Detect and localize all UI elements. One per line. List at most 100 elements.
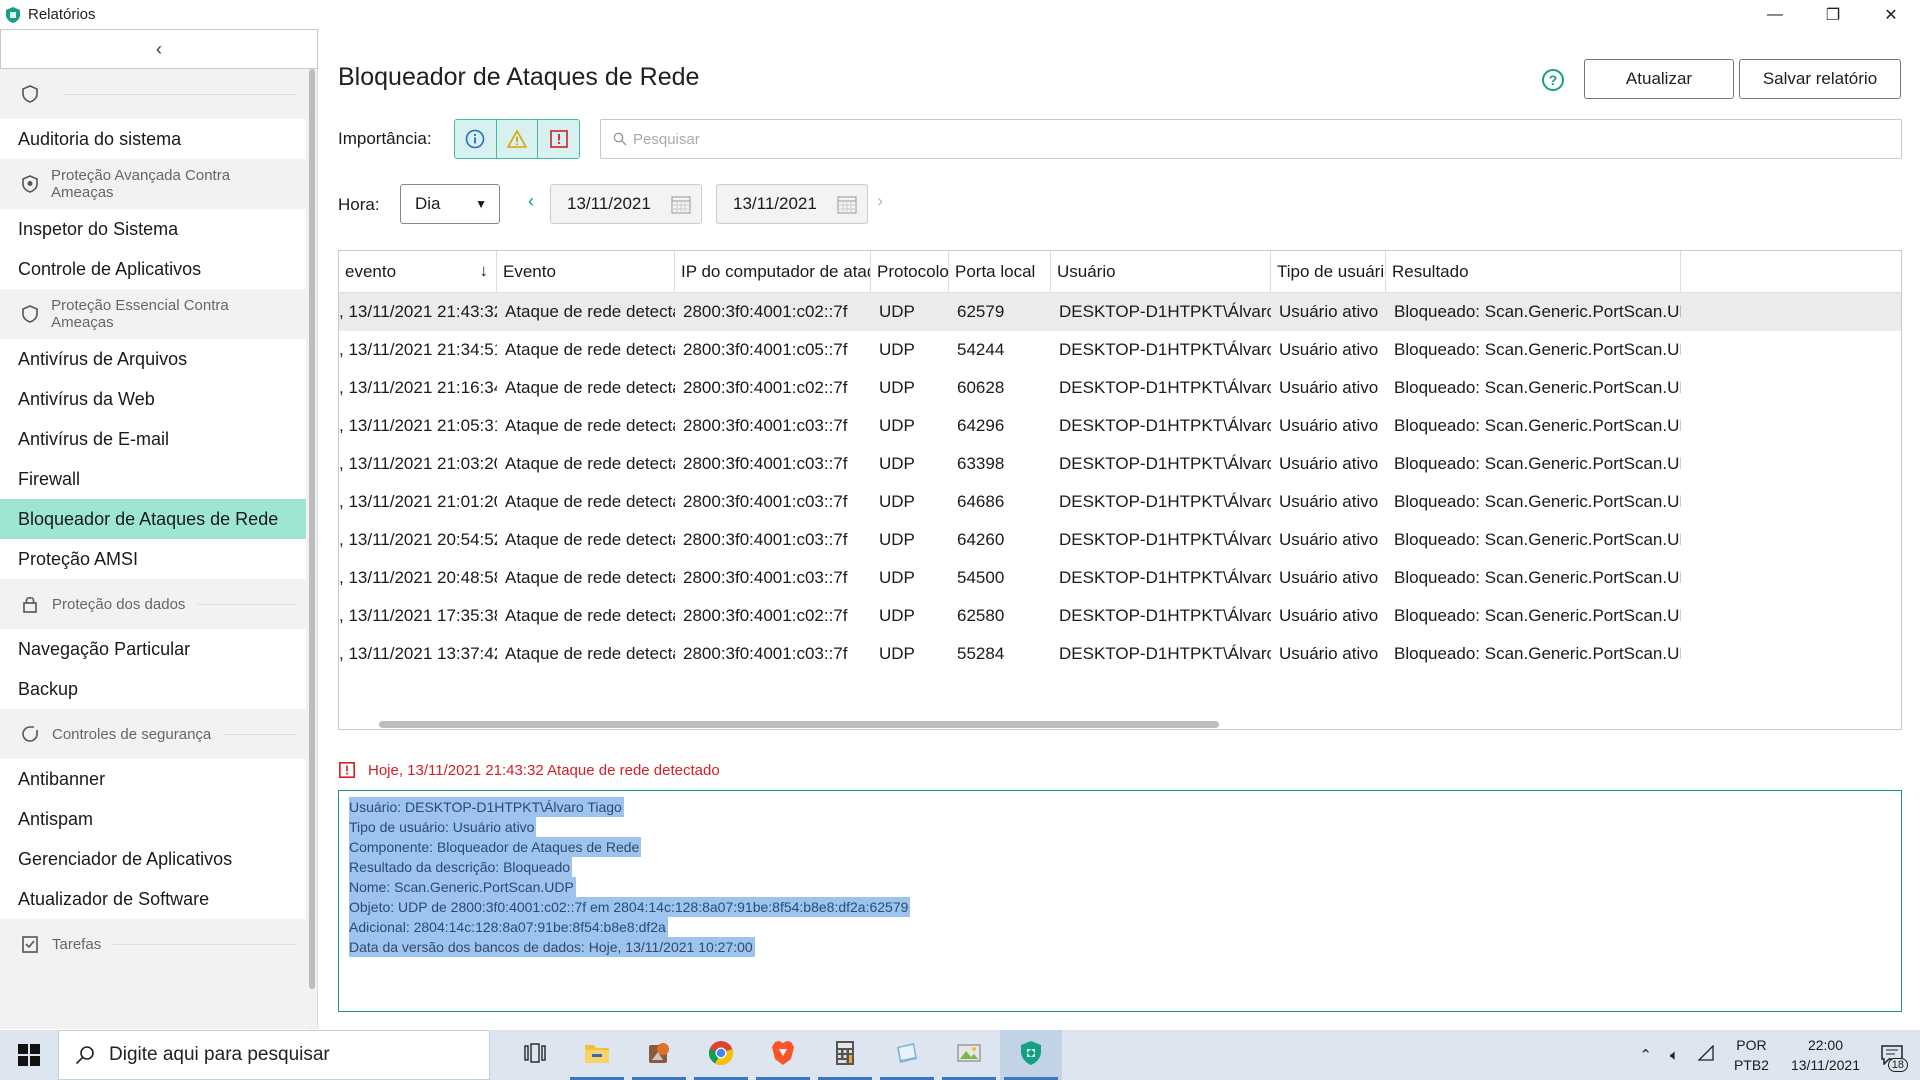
table-cell: 54244	[957, 340, 1005, 359]
period-select[interactable]: Dia ▼	[400, 184, 500, 224]
sidebar-item[interactable]: Controle de Aplicativos	[0, 249, 306, 289]
critical-filter-button[interactable]	[538, 120, 579, 158]
chevron-up-icon[interactable]: ⌃	[1639, 1046, 1652, 1064]
table-cell: Ataque de rede detectado	[505, 492, 675, 511]
column-header[interactable]: Protocolo	[871, 251, 949, 293]
keyboard-layout: PTB2	[1733, 1057, 1769, 1073]
table-cell: 2800:3f0:4001:c03::7f	[683, 492, 848, 511]
table-row[interactable]: , 13/11/2021 21:05:31 Ataque de rede dete…	[339, 407, 1901, 445]
save-report-button[interactable]: Salvar relatório	[1739, 59, 1901, 99]
date-from-field[interactable]: 13/11/2021	[550, 184, 702, 224]
table-row[interactable]: , 13/11/2021 21:03:20 Ataque de rede dete…	[339, 445, 1901, 483]
table-cell: Usuário ativo	[1279, 530, 1379, 549]
collapse-sidebar-button[interactable]: ‹	[0, 29, 318, 69]
sidebar-item[interactable]: Antivírus da Web	[0, 379, 306, 419]
table-row[interactable]: , 13/11/2021 13:37:42 Ataque de rede dete…	[339, 635, 1901, 673]
taskbar-app[interactable]	[814, 1030, 876, 1080]
event-details[interactable]: Usuário: DESKTOP-D1HTPKT\Álvaro Tiago Tip…	[338, 790, 1902, 1012]
notifications-button[interactable]: 18	[1872, 1030, 1912, 1080]
calendar-icon[interactable]	[837, 195, 857, 214]
horizontal-scrollbar[interactable]	[379, 721, 1219, 728]
wifi-icon[interactable]	[1697, 1044, 1715, 1065]
column-header[interactable]: evento ↓	[339, 251, 497, 293]
language-indicator[interactable]: POR PTB2	[1734, 1035, 1769, 1075]
table-cell: Bloqueado: Scan.Generic.PortScan.UDP	[1394, 302, 1681, 321]
table-row[interactable]: , 13/11/2021 20:48:58 Ataque de rede dete…	[339, 559, 1901, 597]
column-header[interactable]: Usuário	[1051, 251, 1271, 293]
taskbar-app[interactable]	[876, 1030, 938, 1080]
restore-button[interactable]: ❐	[1804, 0, 1862, 29]
lock-icon	[20, 594, 40, 614]
table-cell: DESKTOP-D1HTPKT\Álvaro Tiago	[1059, 416, 1271, 435]
sidebar-scrollbar[interactable]	[308, 69, 316, 1059]
table-cell: 2800:3f0:4001:c02::7f	[683, 378, 848, 397]
previous-period-arrow-icon[interactable]: ‹	[528, 191, 534, 212]
volume-icon[interactable]: 🔈︎	[1670, 1047, 1679, 1064]
date-from-value: 13/11/2021	[567, 194, 651, 213]
sidebar-item[interactable]: Backup	[0, 669, 306, 709]
column-header[interactable]: Resultado	[1386, 251, 1681, 293]
window-title: Relatórios	[28, 6, 96, 23]
refresh-button[interactable]: Atualizar	[1584, 59, 1734, 99]
help-icon[interactable]: ?	[1542, 69, 1564, 91]
table-row[interactable]: , 13/11/2021 21:34:51 Ataque de rede dete…	[339, 331, 1901, 369]
sidebar-item[interactable]: Bloqueador de Ataques de Rede	[0, 499, 306, 539]
table-body: , 13/11/2021 21:43:32 Ataque de rede dete…	[339, 293, 1901, 673]
sidebar-item[interactable]: Antibanner	[0, 759, 306, 799]
sidebar-item[interactable]: Gerenciador de Aplicativos	[0, 839, 306, 879]
taskbar-app[interactable]	[628, 1030, 690, 1080]
date-to-field[interactable]: 13/11/2021	[716, 184, 868, 224]
sidebar-section-label: Proteção Essencial Contra Ameaças	[51, 297, 229, 331]
next-period-arrow-icon[interactable]: ›	[877, 191, 883, 212]
taskbar-app[interactable]	[938, 1030, 1000, 1080]
warning-filter-button[interactable]	[496, 120, 539, 158]
sidebar-item[interactable]: Antivírus de Arquivos	[0, 339, 306, 379]
shield-icon	[20, 304, 39, 324]
search-icon	[613, 132, 627, 146]
taskbar-app[interactable]	[752, 1030, 814, 1080]
column-header[interactable]: Evento	[497, 251, 675, 293]
sidebar-item[interactable]: Antivírus de E-mail	[0, 419, 306, 459]
taskbar-app[interactable]	[1000, 1030, 1062, 1080]
sidebar-item[interactable]: Antispam	[0, 799, 306, 839]
column-header[interactable]: IP do computador de ataque	[675, 251, 871, 293]
table-cell: UDP	[879, 416, 915, 435]
info-filter-button[interactable]	[455, 120, 497, 158]
table-row[interactable]: , 13/11/2021 20:54:52 Ataque de rede dete…	[339, 521, 1901, 559]
column-header[interactable]: Tipo de usuário	[1271, 251, 1386, 293]
table-cell: Usuário ativo	[1279, 378, 1379, 397]
close-button[interactable]: ✕	[1862, 0, 1920, 29]
taskbar-app[interactable]	[690, 1030, 752, 1080]
calendar-icon[interactable]	[671, 195, 691, 214]
sidebar-item[interactable]: Atualizador de Software	[0, 879, 306, 919]
column-header-label: evento	[345, 262, 397, 281]
table-row[interactable]: , 13/11/2021 17:35:38 Ataque de rede dete…	[339, 597, 1901, 635]
taskbar-app[interactable]	[566, 1030, 628, 1080]
calculator-icon	[835, 1040, 855, 1071]
table-cell: UDP	[879, 454, 915, 473]
minimize-button[interactable]: —	[1746, 0, 1804, 29]
table-cell: Bloqueado: Scan.Generic.PortScan.UDP	[1394, 492, 1681, 511]
taskbar-search[interactable]: Digite aqui para pesquisar	[58, 1030, 490, 1080]
taskbar-search-placeholder: Digite aqui para pesquisar	[109, 1044, 330, 1065]
sidebar-item[interactable]: Firewall	[0, 459, 306, 499]
table-row[interactable]: , 13/11/2021 21:43:32 Ataque de rede dete…	[339, 293, 1901, 331]
sidebar-item[interactable]: Inspetor do Sistema	[0, 209, 306, 249]
clock[interactable]: 22:00 13/11/2021	[1791, 1035, 1860, 1075]
search-box[interactable]	[600, 119, 1902, 159]
taskbar-app[interactable]	[504, 1030, 566, 1080]
importance-filter	[454, 119, 580, 159]
table-cell: 54500	[957, 568, 1005, 587]
start-button[interactable]	[0, 1030, 58, 1080]
sidebar-item[interactable]: Navegação Particular	[0, 629, 306, 669]
column-header-label: Porta local	[955, 262, 1036, 281]
sidebar-item[interactable]: Proteção AMSI	[0, 539, 306, 579]
search-input[interactable]	[633, 130, 1901, 148]
sidebar-item[interactable]: Auditoria do sistema	[0, 119, 306, 159]
scrollbar-thumb[interactable]	[309, 69, 315, 989]
table-row[interactable]: , 13/11/2021 21:01:20 Ataque de rede dete…	[339, 483, 1901, 521]
table-cell: Ataque de rede detectado	[505, 568, 675, 587]
table-row[interactable]: , 13/11/2021 21:16:34 Ataque de rede dete…	[339, 369, 1901, 407]
table-cell: , 13/11/2021 21:05:31	[339, 416, 497, 435]
column-header[interactable]: Porta local	[949, 251, 1051, 293]
